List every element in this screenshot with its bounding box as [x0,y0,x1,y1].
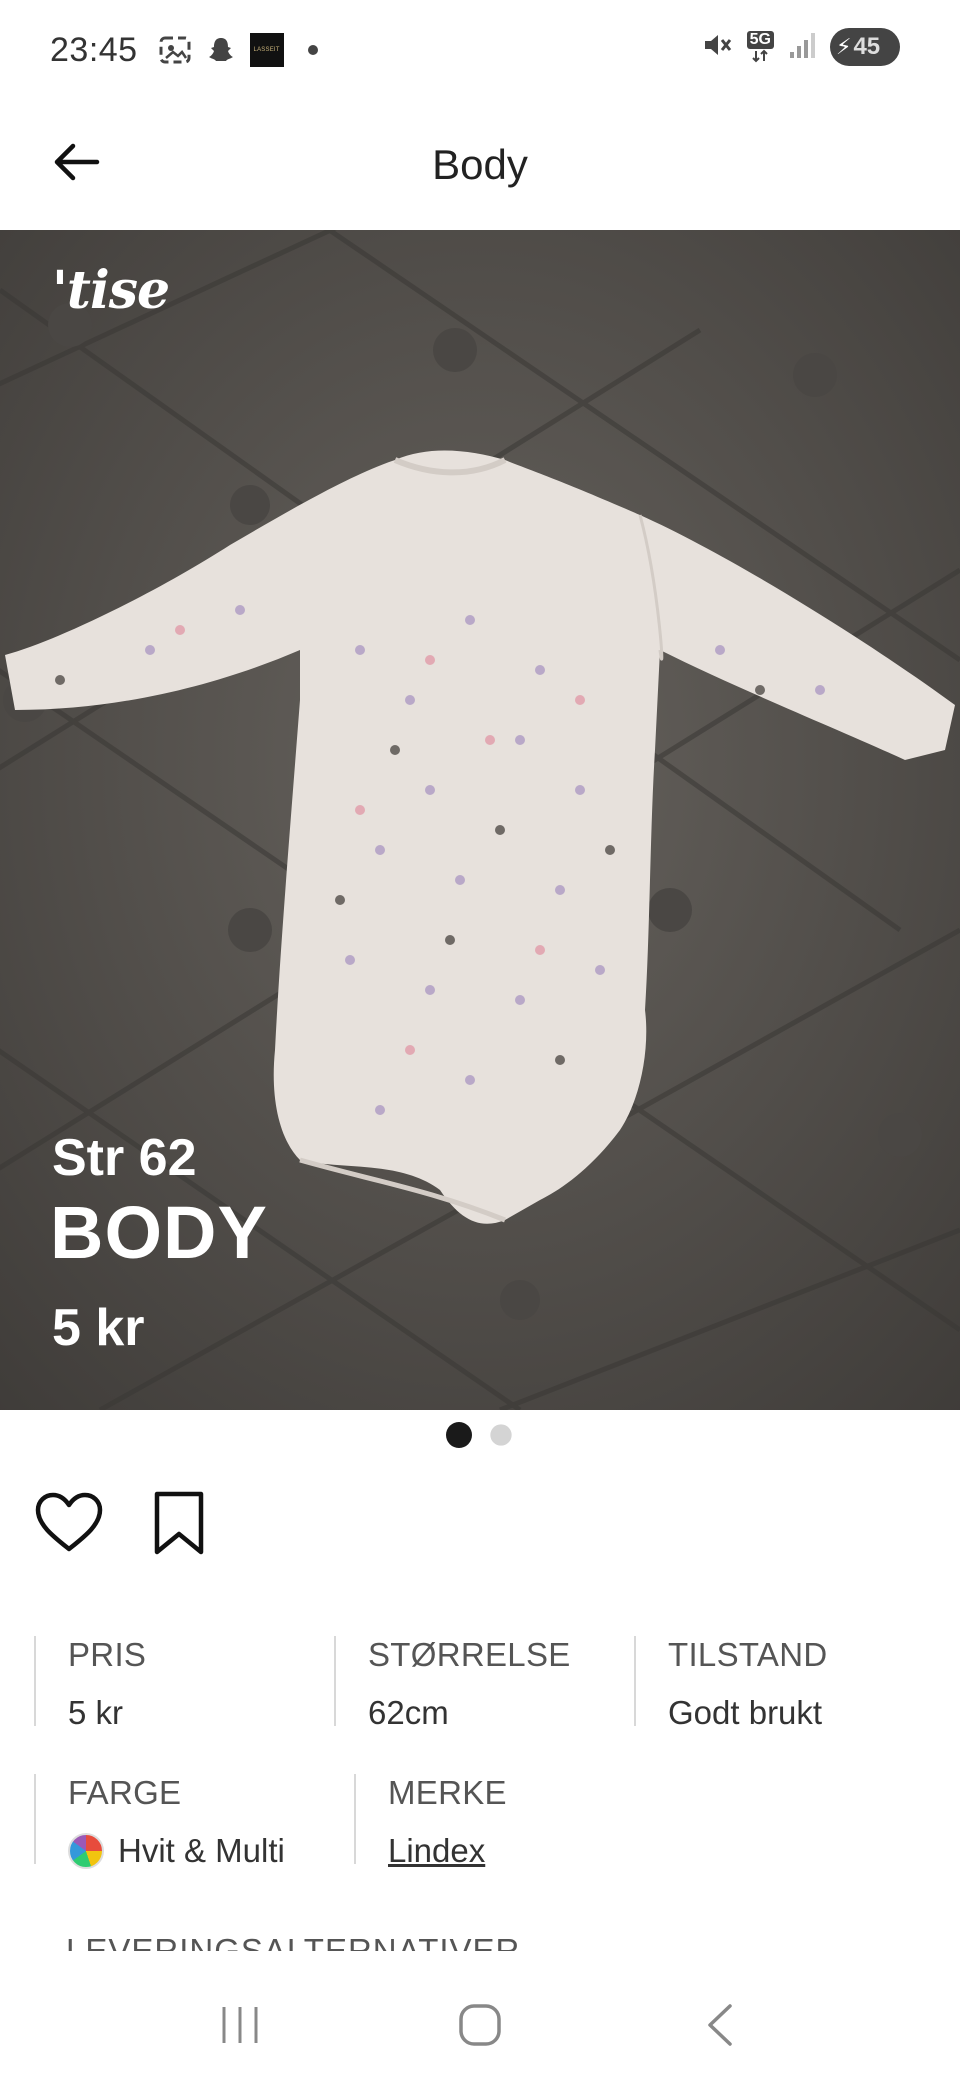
attribute-label: PRIS [68,1636,147,1673]
home-button[interactable] [440,1985,520,2065]
like-button[interactable] [34,1488,104,1558]
charging-icon: ⚡ [836,34,852,59]
app-thumbnail-text: LASSEIT [253,47,280,53]
product-actions [34,1488,214,1558]
page-title: Body [432,141,528,188]
attributes-row: PRIS 5 kr STØRRELSE 62cm TILSTAND Godt b… [34,1636,934,1731]
bookmark-icon [154,1491,204,1555]
attribute-value: Hvit & Multi [118,1832,285,1869]
5g-icon: 5G [746,31,774,63]
status-left-icons: LASSEIT [158,33,318,67]
signal-icon [788,30,816,65]
recents-button[interactable] [200,1985,280,2065]
attribute-color: FARGE Hvit & Multi [34,1774,354,1869]
status-time: 23:45 [50,30,138,69]
color-wheel-icon [68,1833,104,1869]
battery-level: 45 [853,33,881,60]
hero-size-text: Str 62 [52,1129,197,1187]
battery-indicator: ⚡ 45 [830,28,900,66]
attribute-price: PRIS 5 kr [34,1636,334,1731]
attribute-value-wrap: Hvit & Multi [68,1832,354,1870]
arrow-left-icon [54,143,100,181]
back-chevron-icon [708,2004,732,2046]
tise-logo: 'tise [52,260,170,321]
app-thumbnail-icon: LASSEIT [249,33,284,67]
attribute-brand: MERKE Lindex [354,1774,674,1869]
carousel-dot[interactable] [490,1424,512,1446]
system-navbar [0,1970,960,2080]
home-icon [459,2004,501,2046]
product-image[interactable]: 'tise Str 62 BODY 5 kr [0,230,960,1410]
status-bar: 23:45 LASSEIT 5G ⚡ 45 [0,0,960,100]
hero-price: 5 kr [52,1299,145,1357]
attribute-label: MERKE [388,1774,507,1811]
back-button[interactable] [44,130,108,194]
carousel-indicator [0,1422,960,1448]
attribute-label: TILSTAND [668,1636,828,1673]
hero-title: BODY [50,1191,268,1274]
attribute-value: Godt brukt [668,1694,823,1731]
nav-back-button[interactable] [680,1985,760,2065]
attribute-value: 5 kr [68,1694,124,1731]
attributes-row: FARGE Hvit & Multi MERKE Lindex [34,1774,934,1869]
status-right-icons: 5G ⚡ 45 [701,28,900,66]
attribute-size: STØRRELSE 62cm [334,1636,634,1731]
attribute-value: 62cm [368,1694,449,1731]
heart-icon [35,1492,103,1552]
snapchat-icon [204,34,238,66]
dot-icon [307,45,318,55]
app-header: Body [0,100,960,230]
save-button[interactable] [144,1488,214,1558]
attribute-condition: TILSTAND Godt brukt [634,1636,934,1731]
screenshot-icon [158,34,192,66]
product-attributes: PRIS 5 kr STØRRELSE 62cm TILSTAND Godt b… [34,1636,934,1912]
attribute-label: STØRRELSE [368,1636,571,1673]
delivery-options-heading: LEVERINGSALTERNATIVER [66,1935,520,1951]
recents-icon [222,2007,258,2043]
network-type: 5G [746,31,774,49]
mute-icon [701,29,733,66]
carousel-dot-active[interactable] [446,1422,472,1448]
brand-link[interactable]: Lindex [388,1832,674,1870]
attribute-label: FARGE [68,1774,182,1811]
